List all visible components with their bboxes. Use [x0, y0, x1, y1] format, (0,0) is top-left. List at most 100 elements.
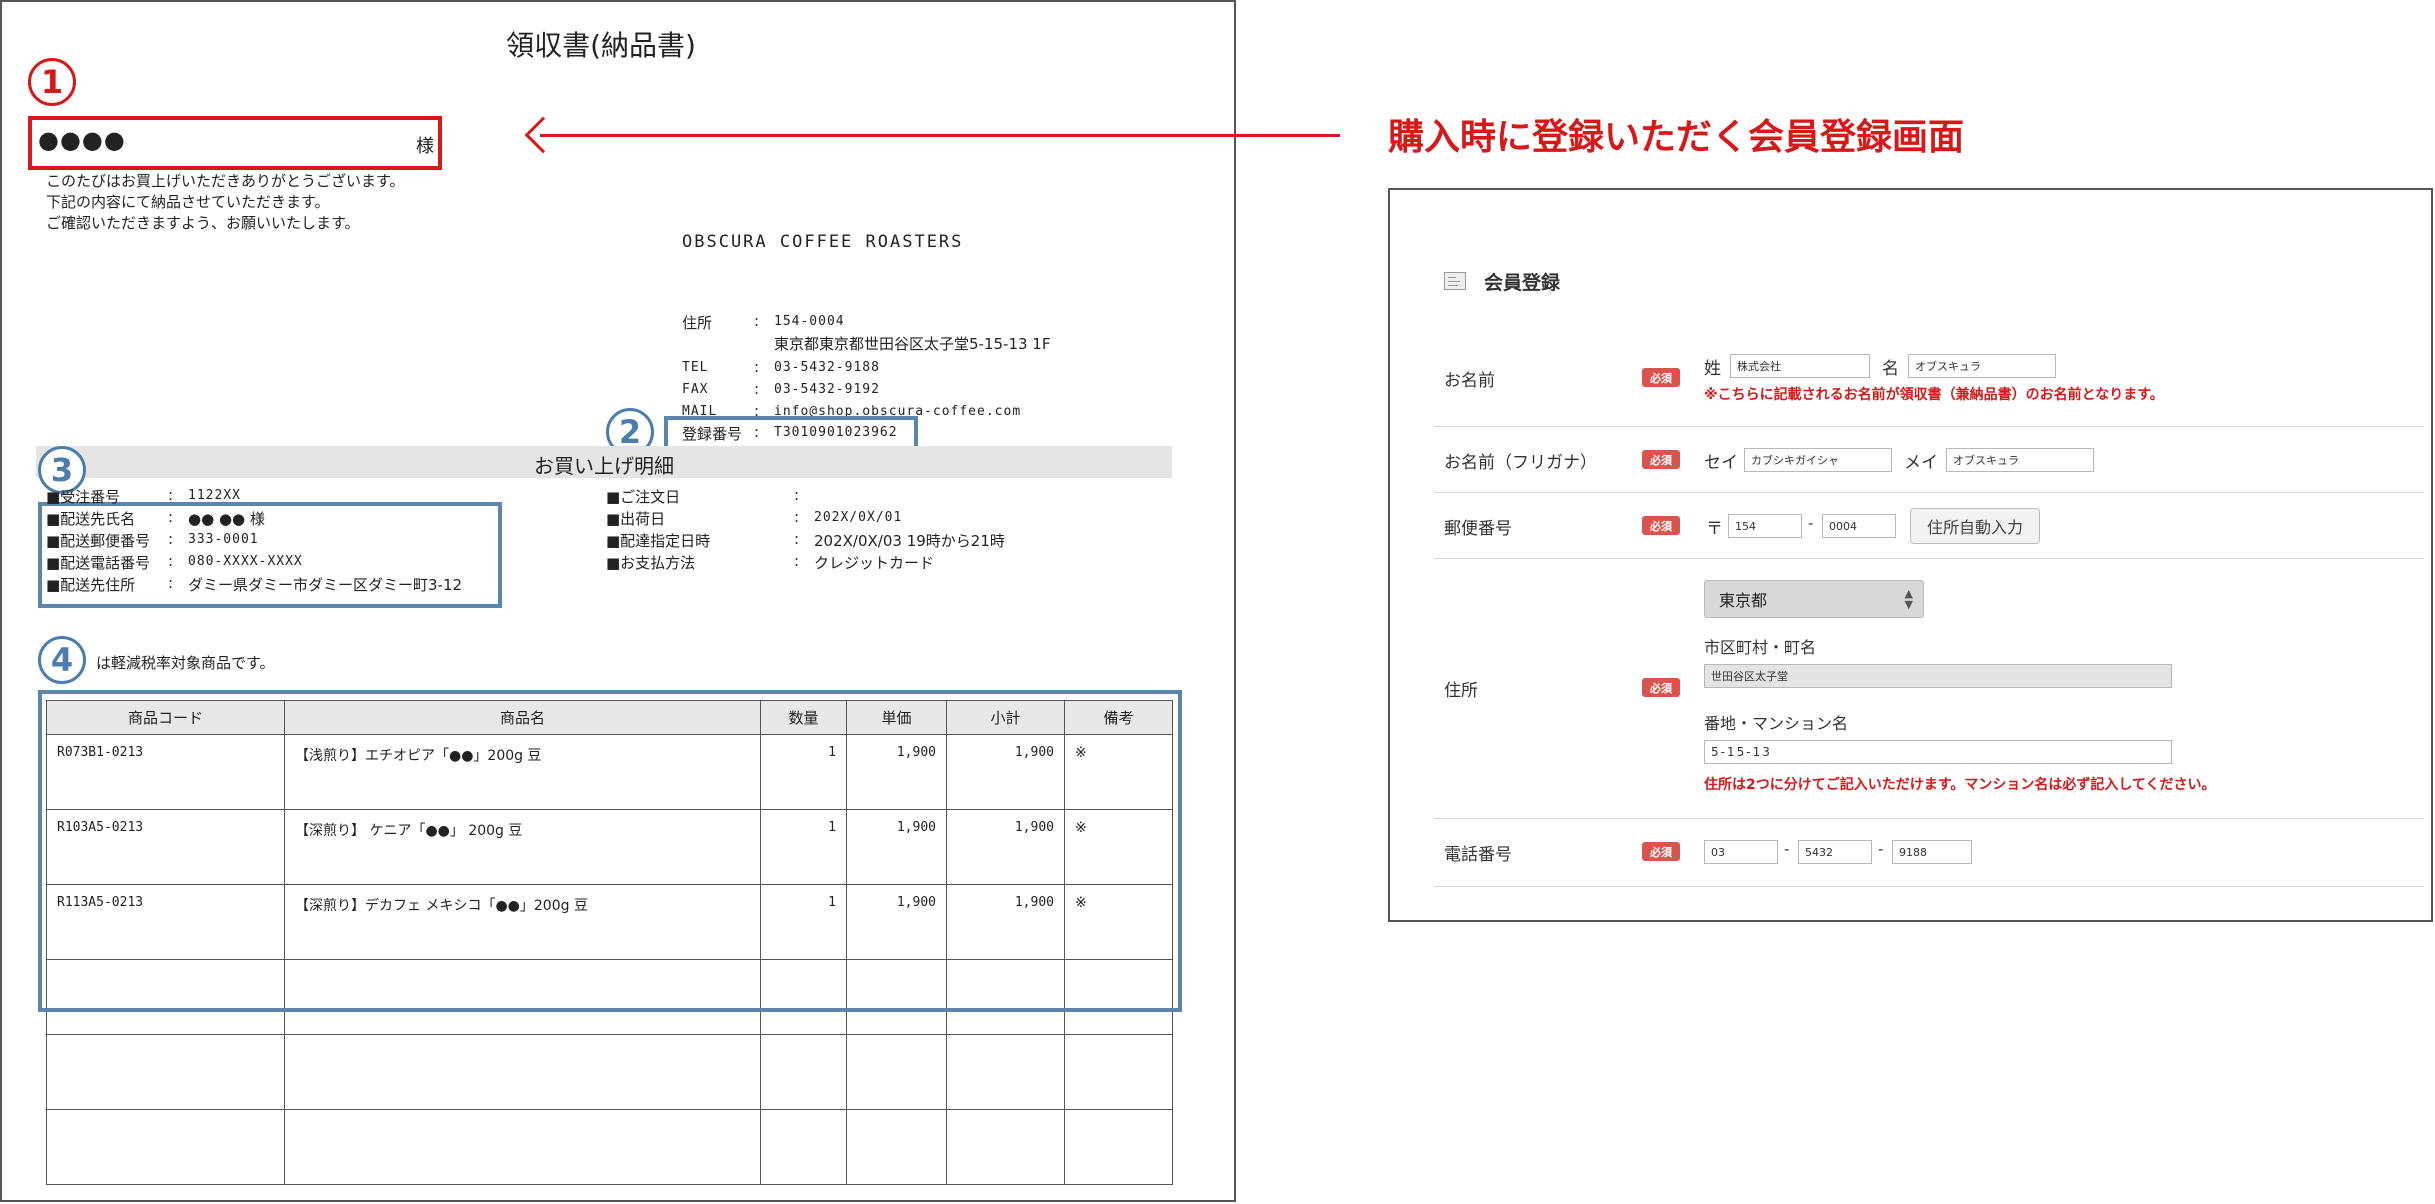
kana-mei-label: メイ [1904, 453, 1938, 473]
divider [1434, 558, 2424, 559]
greeting-line-1: このたびはお買上げいただきありがとうございます。 [46, 172, 405, 190]
address-autofill-button[interactable]: 住所自動入力 [1910, 508, 2040, 544]
recipient-suffix: 様 [416, 136, 434, 157]
arrow-line [540, 134, 1340, 137]
kana-sei-input[interactable]: カブシキガイシャ [1744, 448, 1892, 472]
table-row [46, 959, 1173, 1035]
shop-label-fax: FAX [682, 382, 709, 397]
shop-label-address: 住所 [682, 314, 713, 332]
badge-4: 4 [38, 636, 86, 684]
table-row [46, 1109, 1173, 1185]
badge-1: 1 [28, 58, 76, 106]
cell-subtotal: 1,900 [946, 884, 1065, 960]
cell-empty [1064, 959, 1173, 1035]
address-note: 住所は2つに分けてご記入いただけます。マンション名は必ず記入してください。 [1704, 777, 2216, 793]
member-registration-panel: 会員登録 お名前 必須 姓 株式会社 名 オブスキュラ ※こちらに記載されるお名… [1388, 188, 2433, 922]
required-badge: 必須 [1642, 450, 1680, 469]
cell-empty [284, 959, 761, 1035]
col-header-remarks: 備考 [1064, 700, 1173, 735]
cell-empty [46, 959, 285, 1035]
section-title: お買い上げ明細 [534, 454, 674, 478]
shop-sep: : [754, 380, 760, 398]
cell-price: 1,900 [846, 809, 947, 885]
postal-mark: 〒 [1706, 519, 1723, 539]
order-sep: : [794, 530, 800, 548]
shop-postal: 154-0004 [774, 314, 845, 329]
name-sei-label: 姓 [1704, 359, 1721, 379]
cell-qty: 1 [760, 734, 847, 810]
items-table: 商品コード 商品名 数量 単価 小計 備考 R073B1-0213 【浅煎り】エ… [46, 700, 1173, 1185]
phone-input-1[interactable]: 03 [1704, 840, 1778, 864]
cell-empty [1064, 1109, 1173, 1185]
order-sep: : [794, 508, 800, 526]
cell-empty [284, 1109, 761, 1185]
city-label: 市区町村・町名 [1704, 638, 1817, 657]
address-label: 住所 [1444, 681, 1478, 701]
ship-date: 202X/0X/01 [814, 510, 903, 525]
shop-fax: 03-5432-9192 [774, 382, 880, 397]
cell-qty: 1 [760, 809, 847, 885]
phone-input-2[interactable]: 5432 [1798, 840, 1872, 864]
cell-remarks: ※ [1064, 884, 1173, 960]
prefecture-value: 東京都 [1719, 591, 1768, 610]
ship-name: ●● ●● 様 [188, 510, 265, 528]
registration-label: 登録番号 [682, 425, 743, 443]
cell-empty [846, 1034, 947, 1110]
name-mei-input[interactable]: オブスキュラ [1908, 354, 2056, 378]
order-sep: : [168, 530, 174, 548]
divider [1434, 818, 2424, 819]
form-title: 会員登録 [1484, 272, 1561, 294]
shop-sep: : [754, 358, 760, 376]
postal-input-1[interactable]: 154 [1728, 514, 1802, 538]
ship-address: ダミー県ダミー市ダミー区ダミー町3-12 [188, 576, 463, 594]
phone-dash-2: - [1878, 840, 1884, 858]
reduced-tax-note: は軽減税率対象商品です。 [96, 654, 275, 672]
table-row [46, 1034, 1173, 1110]
col-header-price: 単価 [846, 700, 947, 735]
cell-remarks: ※ [1064, 734, 1173, 810]
select-arrows-icon: ▲ ▼ [1904, 587, 1913, 611]
cell-price: 1,900 [846, 734, 947, 810]
registration-number: T3010901023962 [774, 425, 898, 440]
divider [1434, 886, 2424, 887]
cell-empty [760, 1109, 847, 1185]
cell-empty [946, 959, 1065, 1035]
street-input[interactable]: 5-15-13 [1704, 740, 2172, 764]
order-label-ship-name: ■配送先氏名 [46, 510, 136, 528]
order-sep: : [168, 574, 174, 592]
order-number: 1122XX [188, 488, 241, 503]
phone-label: 電話番号 [1444, 845, 1512, 865]
name-sei-input[interactable]: 株式会社 [1730, 354, 1870, 378]
cell-qty: 1 [760, 884, 847, 960]
divider [1434, 426, 2424, 427]
payment-method: クレジットカード [814, 554, 935, 572]
kana-mei-input[interactable]: オブスキュラ [1946, 448, 2094, 472]
prefecture-select[interactable]: 東京都 ▲ ▼ [1704, 580, 1924, 618]
ship-phone: 080-XXXX-XXXX [188, 554, 303, 569]
cell-name: 【深煎り】デカフェ メキシコ「●●」200g 豆 [284, 884, 761, 960]
shop-address: 東京都東京都世田谷区太子堂5-15-13 1F [774, 335, 1051, 353]
phone-input-3[interactable]: 9188 [1892, 840, 1972, 864]
table-row: R073B1-0213 【浅煎り】エチオピア「●●」200g 豆 1 1,900… [46, 734, 1173, 810]
cell-subtotal: 1,900 [946, 734, 1065, 810]
cell-code: R103A5-0213 [46, 809, 285, 885]
divider [1434, 492, 2424, 493]
shop-sep: : [754, 312, 760, 330]
greeting-line-2: 下記の内容にて納品させていただきます。 [46, 193, 330, 211]
order-sep: : [794, 552, 800, 570]
order-label-payment: ■お支払方法 [606, 554, 696, 572]
greeting-line-3: ご確認いただきますよう、お願いいたします。 [46, 214, 360, 232]
street-label: 番地・マンション名 [1704, 714, 1849, 733]
order-sep: : [168, 508, 174, 526]
postal-input-2[interactable]: 0004 [1822, 514, 1896, 538]
order-label-ship-date: ■出荷日 [606, 510, 666, 528]
order-sep: : [794, 486, 800, 504]
shop-label-tel: TEL [682, 360, 709, 375]
cell-empty [46, 1034, 285, 1110]
required-badge: 必須 [1642, 516, 1680, 535]
kana-label: お名前（フリガナ） [1444, 453, 1597, 473]
city-input[interactable]: 世田谷区太子堂 [1704, 664, 2172, 688]
cell-name: 【浅煎り】エチオピア「●●」200g 豆 [284, 734, 761, 810]
col-header-qty: 数量 [760, 700, 847, 735]
receipt-title: 領収書(納品書) [506, 29, 696, 62]
